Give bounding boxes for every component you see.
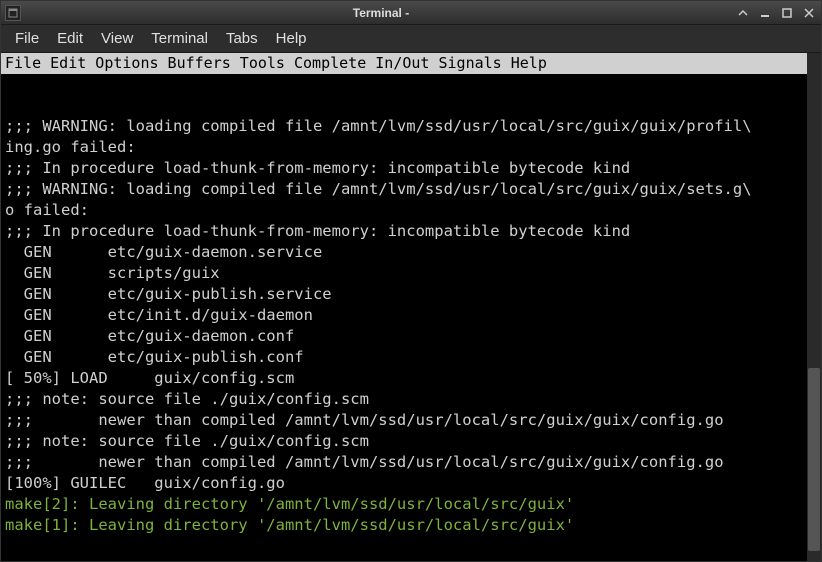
rollup-button[interactable]	[735, 5, 751, 21]
window-controls	[735, 5, 817, 21]
menu-edit[interactable]: Edit	[49, 27, 91, 50]
output-line: ;;; note: source file ./guix/config.scm	[5, 389, 817, 410]
menu-terminal[interactable]: Terminal	[143, 27, 216, 50]
output-line: [100%] GUILEC guix/config.go	[5, 473, 817, 494]
terminal-output: ;;; WARNING: loading compiled file /amnt…	[1, 74, 821, 561]
output-line: ;;; newer than compiled /amnt/lvm/ssd/us…	[5, 452, 817, 473]
menu-file[interactable]: File	[7, 27, 47, 50]
emacs-menubar[interactable]: File Edit Options Buffers Tools Complete…	[1, 53, 821, 74]
maximize-button[interactable]	[779, 5, 795, 21]
output-line: GEN scripts/guix	[5, 263, 817, 284]
output-line: GEN etc/guix-daemon.conf	[5, 326, 817, 347]
output-line: GEN etc/guix-publish.service	[5, 284, 817, 305]
output-line: ;;; In procedure load-thunk-from-memory:…	[5, 158, 817, 179]
output-line: make[1]: Leaving directory '/amnt/lvm/ss…	[5, 515, 817, 536]
output-line: make[2]: Leaving directory '/amnt/lvm/ss…	[5, 494, 817, 515]
output-line: o failed:	[5, 200, 817, 221]
close-button[interactable]	[801, 5, 817, 21]
output-line: [ 50%] LOAD guix/config.scm	[5, 368, 817, 389]
menu-view[interactable]: View	[93, 27, 141, 50]
app-icon	[5, 5, 21, 21]
output-line: ;;; WARNING: loading compiled file /amnt…	[5, 116, 817, 137]
output-line: ;;; note: source file ./guix/config.scm	[5, 431, 817, 452]
output-line: ;;; newer than compiled /amnt/lvm/ssd/us…	[5, 410, 817, 431]
menu-tabs[interactable]: Tabs	[218, 27, 266, 50]
terminal-window: Terminal - File Edit View Terminal Tabs …	[0, 0, 822, 562]
menubar: File Edit View Terminal Tabs Help	[1, 25, 821, 53]
output-line: ;;; In procedure load-thunk-from-memory:…	[5, 221, 817, 242]
output-line: GEN etc/init.d/guix-daemon	[5, 305, 817, 326]
menu-help[interactable]: Help	[268, 27, 315, 50]
window-title: Terminal -	[27, 6, 735, 20]
minimize-button[interactable]	[757, 5, 773, 21]
output-line: ing.go failed:	[5, 137, 817, 158]
scrollbar[interactable]	[807, 53, 821, 561]
scrollbar-thumb[interactable]	[808, 368, 820, 551]
terminal-area[interactable]: File Edit Options Buffers Tools Complete…	[1, 53, 821, 561]
output-line: GEN etc/guix-publish.conf	[5, 347, 817, 368]
output-line: ;;; WARNING: loading compiled file /amnt…	[5, 179, 817, 200]
output-line: GEN etc/guix-daemon.service	[5, 242, 817, 263]
titlebar: Terminal -	[1, 1, 821, 25]
